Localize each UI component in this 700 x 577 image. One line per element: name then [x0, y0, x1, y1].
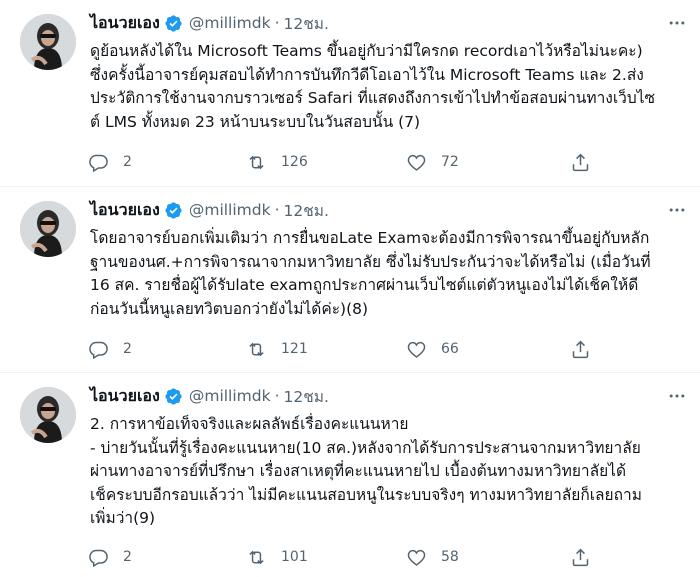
tweet-text-line: ประวัติการใช้งานจากบราวเซอร์ Safari ที่แ…: [90, 89, 656, 107]
retweet-button[interactable]: 101: [246, 545, 308, 569]
reply-icon: [89, 341, 108, 359]
tweet[interactable]: ไอนวยเอง @millimdk · 12ชม. โดยอาจารย์บอก…: [0, 186, 700, 373]
verified-badge-icon: [164, 201, 183, 220]
share-button[interactable]: [570, 545, 591, 569]
verified-badge-icon: [164, 14, 183, 33]
retweet-count: 121: [281, 341, 308, 357]
tweet-text-line: - บ่ายวันนั้นที่รู้เรื่องคะแนนหาย(10 สค.…: [90, 438, 641, 457]
reply-button[interactable]: 2: [88, 150, 132, 174]
tweet-text: โดยอาจารย์บอกเพิ่มเติมว่า การยื่นขอLate …: [90, 227, 690, 321]
tweet-text-line: ดูย้อนหลังได้ใน Microsoft Teams ขึ้นอยู่…: [90, 42, 643, 60]
separator-dot: ·: [274, 201, 280, 219]
avatar[interactable]: [20, 14, 76, 70]
like-icon: [407, 549, 426, 566]
avatar[interactable]: [20, 387, 76, 443]
like-icon: [407, 341, 426, 358]
reply-count: 2: [123, 549, 132, 565]
avatar[interactable]: [20, 201, 76, 257]
timestamp[interactable]: 12ชม.: [284, 198, 329, 223]
tweet-text: 2. การหาข้อเท็จจริงและผลลัพธ์เรื่องคะแนน…: [90, 413, 690, 531]
reply-icon: [89, 549, 108, 567]
like-icon: [407, 154, 426, 171]
share-icon: [572, 548, 589, 566]
handle[interactable]: @millimdk: [189, 14, 271, 32]
separator-dot: ·: [274, 387, 280, 405]
retweet-count: 101: [281, 549, 308, 565]
more-icon[interactable]: [666, 199, 688, 221]
tweet-text: ดูย้อนหลังได้ใน Microsoft Teams ขึ้นอยู่…: [90, 40, 690, 134]
share-button[interactable]: [570, 150, 591, 174]
tweet-text-line: ผ่านทางอาจารย์ที่ปรึกษา เรื่องสาเหตุที่ค…: [90, 462, 627, 480]
verified-badge-icon: [164, 387, 183, 406]
tweet-text-line: ต์ LMS ทั้งหมด 23 หน้าบนระบบในวันสอบนั้น…: [90, 112, 421, 131]
reply-button[interactable]: 2: [88, 337, 132, 361]
tweet-actions: 2 101 58: [88, 545, 608, 569]
handle[interactable]: @millimdk: [189, 387, 271, 405]
reply-icon: [89, 154, 108, 172]
like-button[interactable]: 66: [406, 337, 459, 361]
tweet-text-line: ซึ่งครั้งนี้อาจารย์คุมสอบได้ทำการบันทึกว…: [90, 65, 644, 84]
tweet-text-line: โดยอาจารย์บอกเพิ่มเติมว่า การยื่นขอLate …: [90, 229, 650, 247]
tweet-text-line: 16 สค. รายชื่อผู้ได้รับlate examถูกประกา…: [90, 276, 639, 294]
like-button[interactable]: 58: [406, 545, 459, 569]
separator-dot: ·: [274, 14, 280, 32]
tweet[interactable]: ไอนวยเอง @millimdk · 12ชม. ดูย้อนหลังได้…: [0, 0, 700, 186]
tweet-text-line: 2. การหาข้อเท็จจริงและผลลัพธ์เรื่องคะแนน…: [90, 415, 409, 433]
retweet-icon: [249, 550, 264, 564]
like-count: 66: [441, 341, 459, 357]
like-count: 72: [441, 154, 459, 170]
retweet-icon: [249, 342, 264, 356]
tweet[interactable]: ไอนวยเอง @millimdk · 12ชม. 2. การหาข้อเท…: [0, 372, 700, 577]
retweet-button[interactable]: 121: [246, 337, 308, 361]
retweet-count: 126: [281, 154, 308, 170]
retweet-icon: [249, 155, 264, 169]
tweet-text-line: ฐานของนศ.+การพิจารณาจากมหาวิทยาลัย ซึ่งไ…: [90, 252, 651, 271]
reply-count: 2: [123, 341, 132, 357]
timestamp[interactable]: 12ชม.: [284, 384, 329, 409]
like-button[interactable]: 72: [406, 150, 459, 174]
more-icon[interactable]: [666, 12, 688, 34]
display-name[interactable]: ไอนวยเอง: [90, 198, 160, 223]
more-icon[interactable]: [666, 385, 688, 407]
share-button[interactable]: [570, 337, 591, 361]
tweet-text-line: ก่อนวันนี้หนูเลยทวิตบอกว่ายังไม่ได้ค่ะ)(…: [90, 299, 369, 318]
tweet-actions: 2 121 66: [88, 337, 608, 361]
display-name[interactable]: ไอนวยเอง: [90, 384, 160, 409]
share-icon: [572, 340, 589, 358]
retweet-button[interactable]: 126: [246, 150, 308, 174]
tweet-actions: 2 126 72: [88, 150, 608, 174]
display-name[interactable]: ไอนวยเอง: [90, 11, 160, 36]
reply-count: 2: [123, 154, 132, 170]
reply-button[interactable]: 2: [88, 545, 132, 569]
like-count: 58: [441, 549, 459, 565]
timestamp[interactable]: 12ชม.: [284, 11, 329, 36]
handle[interactable]: @millimdk: [189, 201, 271, 219]
tweet-text-line: เช็คระบบอีกรอบแล้วว่า ไม่มีคะแนนสอบหนูใน…: [90, 485, 642, 504]
tweet-text-line: เพิ่มว่า(9): [90, 509, 156, 527]
share-icon: [572, 153, 589, 171]
